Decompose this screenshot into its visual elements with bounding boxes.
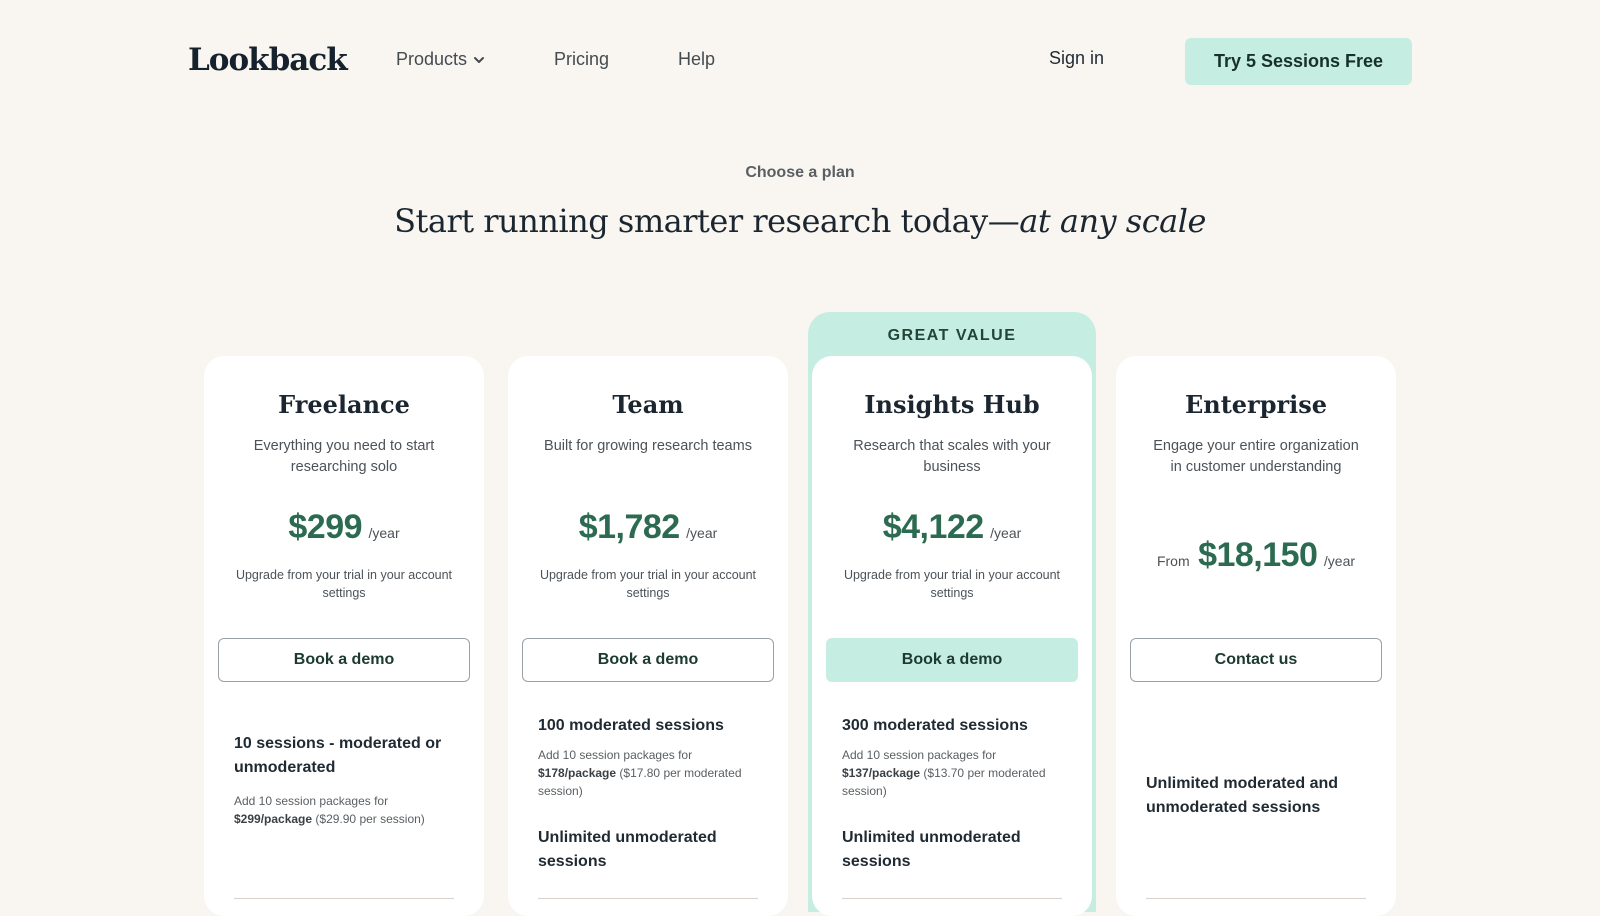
plan-name: Freelance [278, 390, 410, 419]
price-period: /year [990, 525, 1022, 541]
feature-unlimited-sessions: Unlimited moderated and unmoderated sess… [1146, 775, 1339, 816]
price-amount: $1,782 [578, 508, 681, 546]
feature-sessions: 10 sessions - moderated or unmoderated [234, 735, 442, 776]
plan-name: Enterprise [1184, 390, 1328, 419]
plan-description: Engage your entire organization in custo… [1153, 438, 1359, 475]
sign-in-link[interactable]: Sign in [1049, 48, 1104, 69]
plan-card-enterprise: Enterprise Engage your entire organizati… [1116, 356, 1396, 916]
addon-price: $178/package [538, 766, 617, 780]
chevron-down-icon [474, 56, 485, 63]
headline-italic: at any scale [1019, 202, 1206, 240]
nav-products[interactable]: Products [396, 49, 486, 70]
price-period: /year [1323, 553, 1356, 569]
addon-price: $137/package [842, 766, 921, 780]
nav-products-label: Products [396, 49, 468, 69]
feature-moderated-sessions: 100 moderated sessions [538, 717, 724, 734]
try-free-button[interactable]: Try 5 Sessions Free [1185, 38, 1412, 85]
headline-main: Start running smarter research today— [394, 202, 1020, 240]
price-row: $1,782 /year [508, 508, 788, 547]
lookback-logo[interactable]: Lookback [188, 42, 348, 78]
divider [538, 898, 758, 899]
contact-us-button[interactable]: Contact us [1130, 638, 1382, 682]
addon-prefix: Add 10 session packages for [538, 748, 693, 762]
price-row: $299 /year [204, 508, 484, 547]
addon-prefix: Add 10 session packages for [234, 794, 389, 808]
addon-price: $299/package [234, 812, 313, 826]
feature-moderated-sessions: 300 moderated sessions [842, 717, 1028, 734]
price-amount: $4,122 [882, 508, 985, 546]
price-note: Upgrade from your trial in your account … [539, 568, 757, 600]
section-eyebrow: Choose a plan [745, 164, 855, 181]
plan-description: Everything you need to start researching… [253, 438, 435, 475]
feature-unmoderated-sessions: Unlimited unmoderated sessions [538, 829, 717, 870]
book-demo-button[interactable]: Book a demo [218, 638, 470, 682]
plan-name: Insights Hub [864, 390, 1040, 419]
great-value-badge: GREAT VALUE [887, 327, 1017, 344]
page-headline: Start running smarter research today—at … [0, 202, 1600, 240]
nav-pricing[interactable]: Pricing [554, 49, 609, 70]
plan-description: Research that scales with your business [853, 438, 1051, 475]
plan-name: Team [612, 390, 684, 419]
divider [234, 898, 454, 899]
nav-help[interactable]: Help [678, 49, 715, 70]
addon-note: Add 10 session packages for $137/package… [842, 746, 1068, 800]
divider [842, 898, 1062, 899]
addon-detail: ($29.90 per session) [315, 812, 425, 826]
price-row: $4,122 /year [812, 508, 1092, 547]
price-period: /year [686, 525, 718, 541]
plan-card-freelance: Freelance Everything you need to start r… [204, 356, 484, 916]
divider [1146, 898, 1366, 899]
plan-description: Built for growing research teams [544, 438, 752, 454]
price-amount: $299 [288, 508, 363, 546]
price-period: /year [368, 525, 400, 541]
book-demo-button[interactable]: Book a demo [522, 638, 774, 682]
price-prefix: From [1156, 553, 1190, 569]
feature-unmoderated-sessions: Unlimited unmoderated sessions [842, 829, 1021, 870]
addon-prefix: Add 10 session packages for [842, 748, 997, 762]
price-amount: $18,150 [1198, 536, 1318, 574]
price-note: Upgrade from your trial in your account … [843, 568, 1061, 600]
addon-note: Add 10 session packages for $178/package… [538, 746, 764, 800]
price-note: Upgrade from your trial in your account … [235, 568, 453, 600]
price-row: From $18,150 /year [1116, 536, 1396, 575]
plan-card-team: Team Built for growing research teams $1… [508, 356, 788, 916]
plan-card-insights-hub: Insights Hub Research that scales with y… [812, 356, 1092, 916]
addon-note: Add 10 session packages for $299/package… [234, 792, 460, 828]
book-demo-button[interactable]: Book a demo [826, 638, 1078, 682]
